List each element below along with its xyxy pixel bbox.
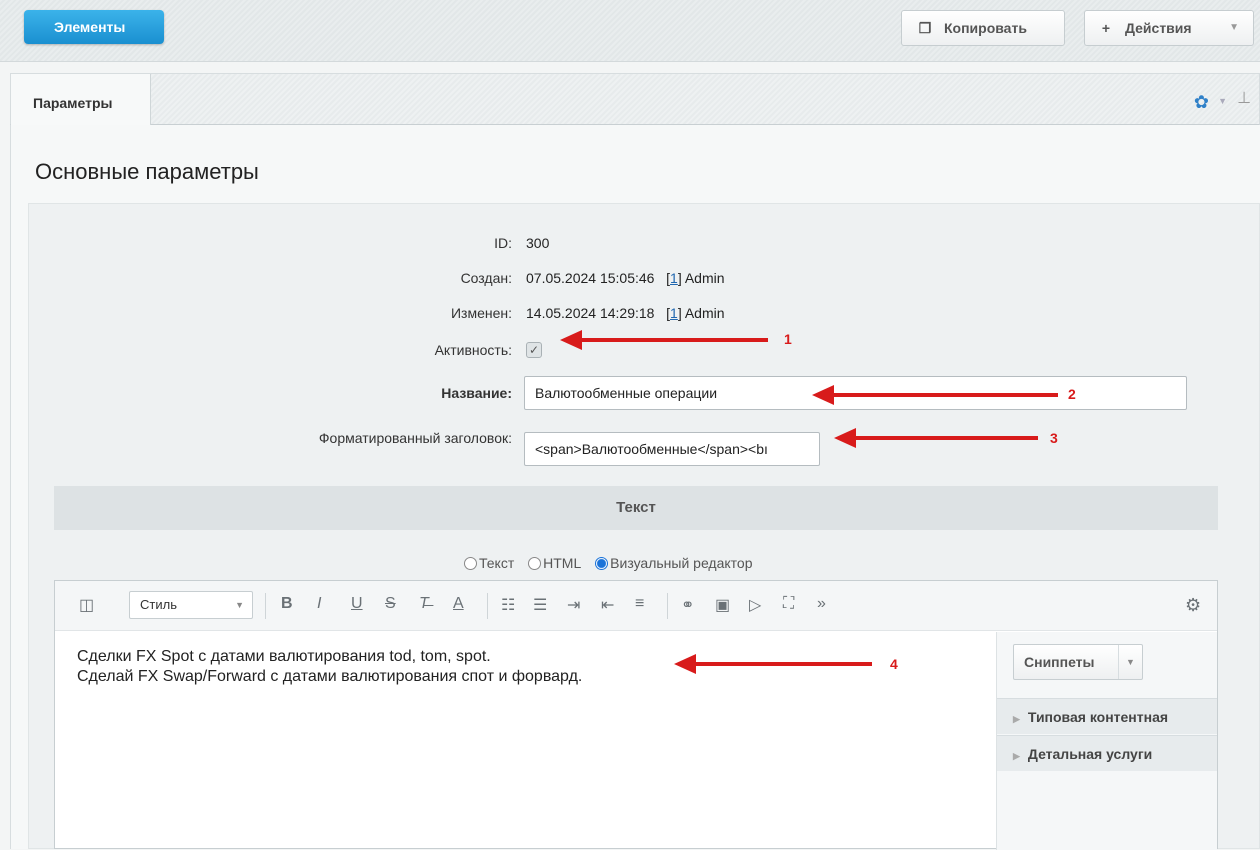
name-label: Название: bbox=[441, 385, 512, 401]
annotation-arrow-4 bbox=[674, 654, 872, 674]
snippets-button[interactable]: Сниппеты ▼ bbox=[1013, 644, 1143, 680]
triangle-right-icon: ▶ bbox=[1013, 714, 1020, 724]
modified-label: Изменен: bbox=[450, 305, 512, 321]
bold-icon[interactable]: B bbox=[281, 595, 293, 613]
id-label: ID: bbox=[494, 235, 512, 251]
mode-text-label[interactable]: Текст bbox=[479, 555, 514, 571]
snippet-category[interactable]: ▶ Типовая контентная bbox=[997, 698, 1217, 734]
modified-user-link[interactable]: 1 bbox=[670, 305, 678, 321]
created-user-link[interactable]: 1 bbox=[670, 270, 678, 286]
annotation-arrow-1 bbox=[560, 330, 768, 350]
actions-button[interactable]: + Действия ▼ bbox=[1084, 10, 1254, 46]
mode-text-radio[interactable] bbox=[464, 557, 477, 570]
annotation-number-3: 3 bbox=[1050, 430, 1058, 446]
style-select[interactable]: Стиль ▼ bbox=[129, 591, 253, 619]
chevron-down-icon[interactable]: ▼ bbox=[1118, 645, 1142, 679]
created-label: Создан: bbox=[460, 270, 512, 286]
align-icon[interactable]: ≡ bbox=[635, 595, 644, 613]
tab-parameters[interactable]: Параметры bbox=[11, 74, 151, 126]
gear-icon[interactable]: ✿ bbox=[1194, 92, 1209, 113]
chevron-down-icon[interactable]: ▼ bbox=[1218, 96, 1227, 106]
section-title: Основные параметры bbox=[35, 159, 259, 184]
copy-button-label: Копировать bbox=[944, 20, 1027, 36]
snippets-panel: Сниппеты ▼ ▶ Типовая контентная ▶ Детальна… bbox=[997, 632, 1217, 850]
editor-mode-switch: Текст HTML Визуальный редактор bbox=[464, 555, 763, 571]
annotation-number-4: 4 bbox=[890, 656, 898, 672]
strikethrough-icon[interactable]: S bbox=[385, 595, 396, 613]
toolbar-divider bbox=[667, 593, 668, 619]
snippet-category-label: Детальная услуги bbox=[1027, 746, 1153, 762]
mode-html-radio[interactable] bbox=[528, 557, 542, 570]
created-value: 07.05.2024 15:05:46 [1] Admin bbox=[526, 270, 725, 286]
style-select-label: Стиль bbox=[140, 597, 177, 612]
link-icon[interactable]: ⚭ bbox=[681, 595, 694, 615]
id-value: 300 bbox=[526, 235, 550, 251]
settings-gear-icon[interactable]: ⚙ bbox=[1185, 595, 1201, 616]
copy-icon: ❐ bbox=[918, 20, 932, 36]
top-toolbar: Элементы ❐ Копировать + Действия ▼ bbox=[0, 0, 1260, 62]
chevron-down-icon: ▼ bbox=[1229, 22, 1239, 33]
video-icon[interactable]: ▷ bbox=[749, 595, 761, 615]
copy-button[interactable]: ❐ Копировать bbox=[901, 10, 1065, 46]
chevron-down-icon: ▼ bbox=[235, 600, 244, 610]
underline-icon[interactable]: U bbox=[351, 595, 363, 613]
active-checkbox[interactable]: ✓ bbox=[526, 342, 542, 358]
more-icon[interactable]: » bbox=[817, 595, 826, 613]
image-icon[interactable]: ▣ bbox=[715, 595, 730, 615]
mode-visual-radio[interactable] bbox=[595, 557, 609, 570]
content-line: Сделай FX Swap/Forward с датами валютиро… bbox=[77, 668, 583, 685]
created-date: 07.05.2024 15:05:46 bbox=[526, 270, 655, 286]
annotation-number-2: 2 bbox=[1068, 386, 1076, 402]
triangle-right-icon: ▶ bbox=[1013, 751, 1020, 761]
created-user: Admin bbox=[684, 270, 725, 286]
formatted-title-input[interactable]: <span>Валютообменные</span><bı bbox=[524, 432, 820, 466]
formatted-title-label: Форматированный заголовок: bbox=[318, 430, 512, 446]
plus-icon: + bbox=[1101, 20, 1111, 36]
font-color-icon[interactable]: A bbox=[453, 595, 464, 613]
text-section-header: Текст bbox=[54, 486, 1218, 530]
indent-icon[interactable]: ⇥ bbox=[567, 595, 580, 615]
annotation-arrow-3 bbox=[834, 428, 1038, 448]
modified-value: 14.05.2024 14:29:18 [1] Admin bbox=[526, 305, 725, 321]
mode-visual-label[interactable]: Визуальный редактор bbox=[610, 555, 752, 571]
mode-html-label[interactable]: HTML bbox=[543, 555, 581, 571]
snippet-category-label: Типовая контентная bbox=[1027, 709, 1169, 725]
snippet-category[interactable]: ▶ Детальная услуги bbox=[997, 735, 1217, 771]
pin-icon[interactable]: ⊥ bbox=[1237, 88, 1251, 108]
ordered-list-icon[interactable]: ☷ bbox=[501, 595, 515, 615]
active-label: Активность: bbox=[434, 342, 512, 358]
clear-format-icon[interactable]: T̶ bbox=[419, 595, 429, 613]
editor-toolbar: ◫ Стиль ▼ B I U S T̶ A ☷ ☰ ⇥ ⇤ ≡ ⚭ ▣ ▷ ⛶… bbox=[55, 581, 1217, 631]
visual-editor: ◫ Стиль ▼ B I U S T̶ A ☷ ☰ ⇥ ⇤ ≡ ⚭ ▣ ▷ ⛶… bbox=[54, 580, 1218, 850]
tab-bar: Параметры ✿ ▼ ⊥ bbox=[10, 73, 1260, 126]
annotation-arrow-2 bbox=[812, 385, 1058, 405]
unordered-list-icon[interactable]: ☰ bbox=[533, 595, 547, 615]
italic-icon[interactable]: I bbox=[317, 595, 321, 613]
breadcrumb-elements[interactable]: Элементы bbox=[24, 10, 164, 44]
annotation-number-1: 1 bbox=[784, 331, 792, 347]
outdent-icon[interactable]: ⇤ bbox=[601, 595, 614, 615]
toolbar-divider bbox=[265, 593, 266, 619]
toolbar-divider bbox=[487, 593, 488, 619]
fullscreen-icon[interactable]: ⛶ bbox=[783, 595, 794, 613]
actions-button-label: Действия bbox=[1125, 20, 1192, 36]
modified-date: 14.05.2024 14:29:18 bbox=[526, 305, 655, 321]
template-toggle-icon[interactable]: ◫ bbox=[79, 595, 94, 615]
modified-user: Admin bbox=[684, 305, 725, 321]
snippets-button-label: Сниппеты bbox=[1024, 654, 1095, 670]
